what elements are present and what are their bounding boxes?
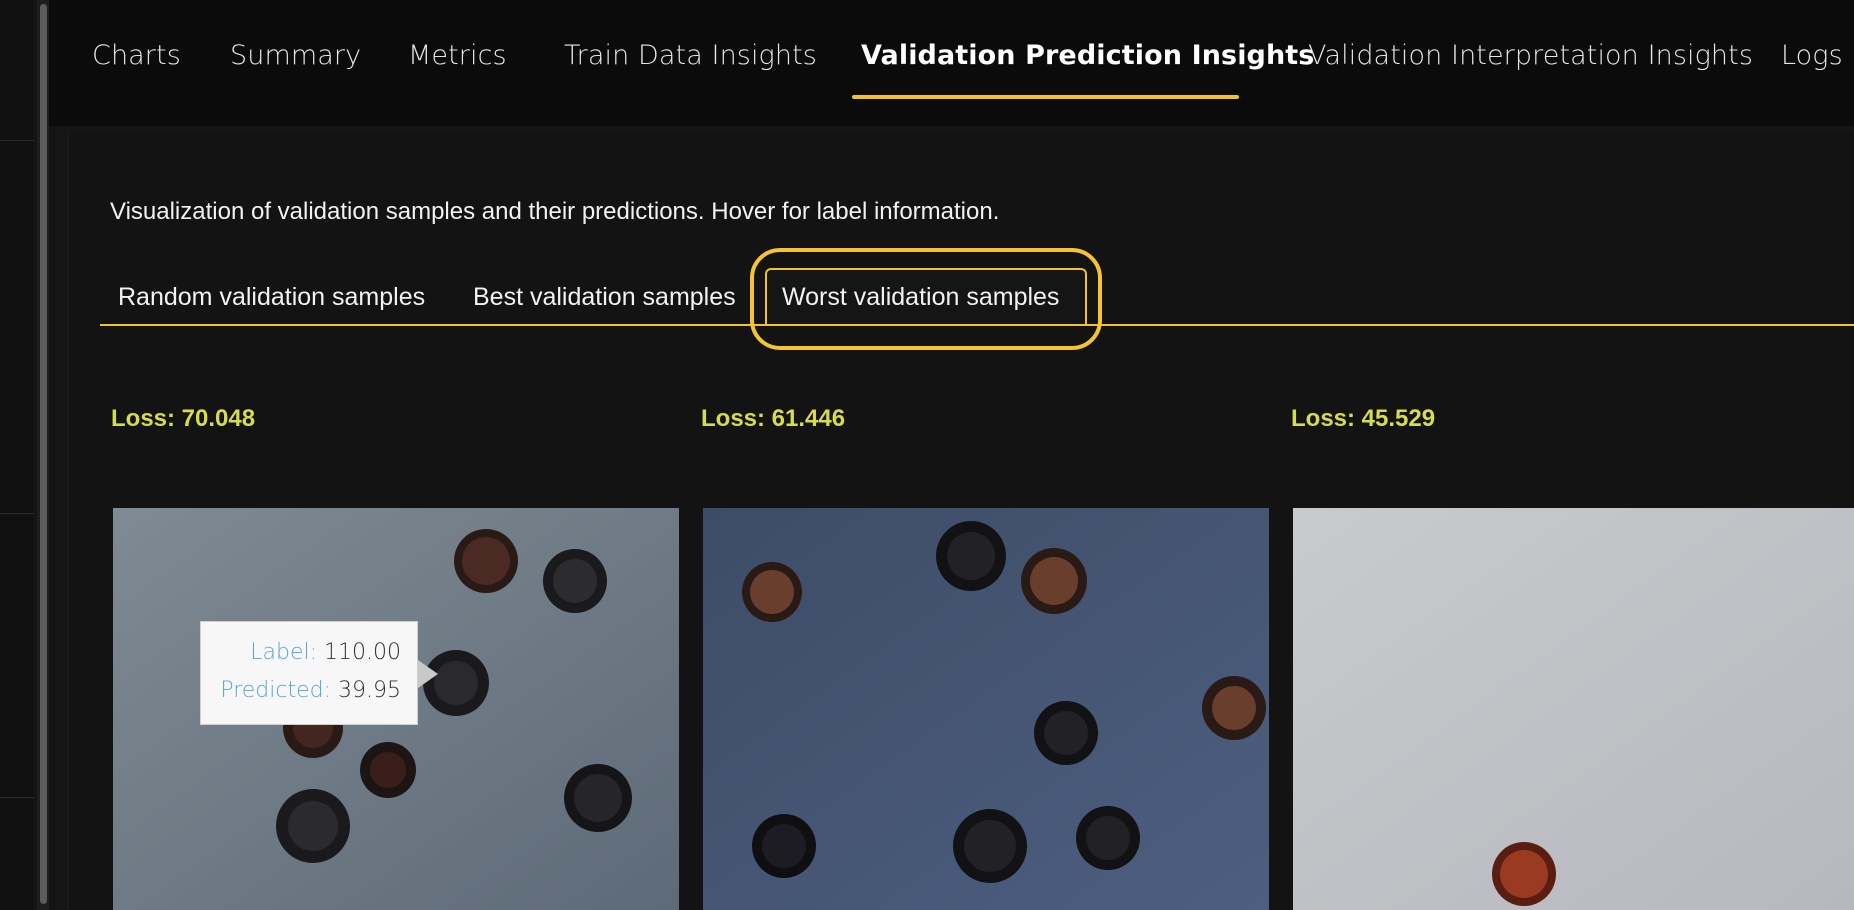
sample-image[interactable] [1293,508,1854,910]
scrollbar-thumb[interactable] [40,4,47,904]
tab-charts[interactable]: Charts [92,40,181,71]
subtab-worst-validation-samples[interactable]: Worst validation samples [782,283,1059,312]
panel-border [68,130,69,910]
divider [0,140,34,141]
vertical-scrollbar[interactable] [37,0,49,910]
page-description: Visualization of validation samples and … [110,198,1000,225]
tooltip-label-key: Label: [250,640,318,665]
tab-validation-interpretation-insights[interactable]: Validation Interpretation Insights [1308,40,1753,71]
subtab-random-validation-samples[interactable]: Random validation samples [118,283,425,312]
left-panel-strip [0,0,34,910]
tab-summary[interactable]: Summary [230,40,361,71]
subtab-baseline [100,324,1854,326]
sample-loss: Loss: 70.048 [111,405,256,432]
sample-loss: Loss: 45.529 [1291,405,1436,432]
tooltip-predicted-row: Predicted: 39.95 [201,678,401,703]
tooltip-predicted-key: Predicted: [220,678,332,703]
tab-metrics[interactable]: Metrics [408,40,507,71]
tooltip-label-row: Label: 110.00 [201,640,401,665]
hover-tooltip: Label: 110.00 Predicted: 39.95 [200,621,418,725]
active-tab-indicator [852,95,1239,99]
tooltip-arrow-icon [418,660,438,688]
sample-loss: Loss: 61.446 [701,405,846,432]
subtab-best-validation-samples[interactable]: Best validation samples [473,283,736,312]
divider [0,797,34,798]
tab-logs[interactable]: Logs [1781,40,1843,71]
tab-train-data-insights[interactable]: Train Data Insights [564,40,817,71]
sample-image[interactable] [703,508,1269,910]
divider [0,513,34,514]
tooltip-predicted-value: 39.95 [338,678,401,703]
tab-validation-prediction-insights[interactable]: Validation Prediction Insights [861,40,1314,71]
tooltip-label-value: 110.00 [324,640,401,665]
